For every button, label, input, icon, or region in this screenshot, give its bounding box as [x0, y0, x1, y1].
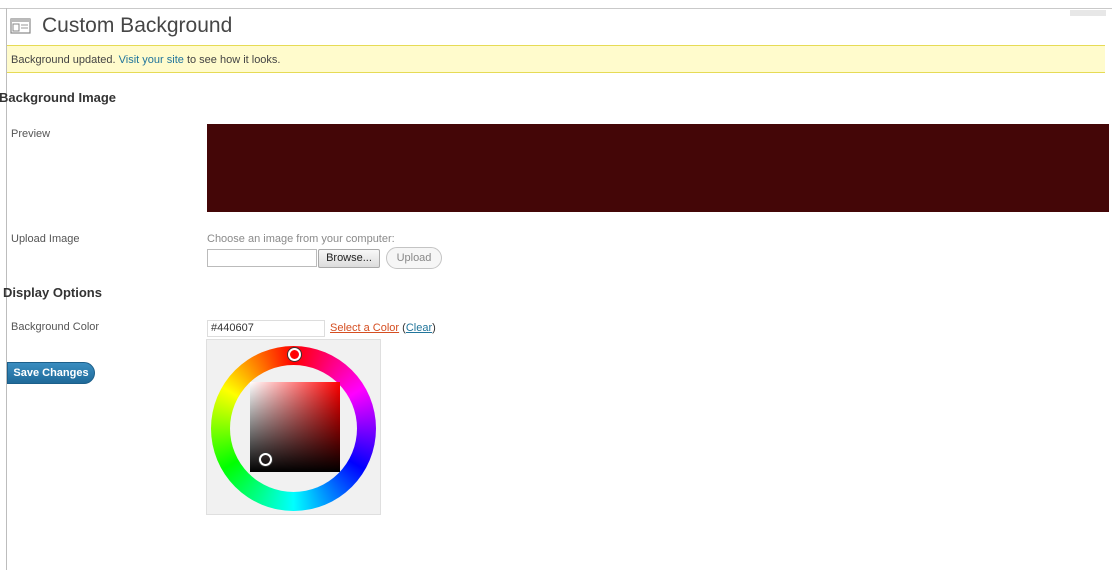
upload-description: Choose an image from your computer:	[207, 233, 395, 245]
page-title: Custom Background	[42, 14, 233, 37]
notice-text: Background updated.	[11, 54, 116, 66]
visit-site-link[interactable]: Visit your site	[119, 54, 184, 66]
close-paren: )	[432, 322, 436, 334]
background-color-input[interactable]: #440607	[207, 320, 325, 337]
upload-button[interactable]: Upload	[386, 247, 442, 269]
section-heading-display-options: Display Options	[3, 285, 102, 300]
notice-text-after: to see how it looks.	[186, 54, 281, 66]
save-changes-button[interactable]: Save Changes	[7, 362, 95, 384]
section-heading-background-image: Background Image	[0, 90, 117, 105]
preview-label: Preview	[11, 128, 51, 140]
top-border	[0, 8, 1112, 9]
file-input[interactable]	[207, 249, 317, 267]
appearance-icon	[10, 17, 32, 35]
background-preview	[207, 124, 1109, 212]
color-links: Select a Color (Clear)	[330, 322, 436, 334]
page-header: Custom Background	[10, 12, 232, 40]
help-tab[interactable]	[1070, 10, 1106, 16]
background-color-label: Background Color	[11, 321, 100, 333]
browse-button[interactable]: Browse...	[318, 249, 380, 268]
color-picker[interactable]	[206, 339, 381, 515]
select-color-link[interactable]: Select a Color	[330, 322, 399, 334]
hue-marker[interactable]	[288, 348, 301, 361]
update-notice: Background updated. Visit your site to s…	[7, 45, 1105, 73]
clear-color-link[interactable]: Clear	[406, 322, 432, 334]
color-marker[interactable]	[259, 453, 272, 466]
upload-image-label: Upload Image	[11, 233, 80, 245]
